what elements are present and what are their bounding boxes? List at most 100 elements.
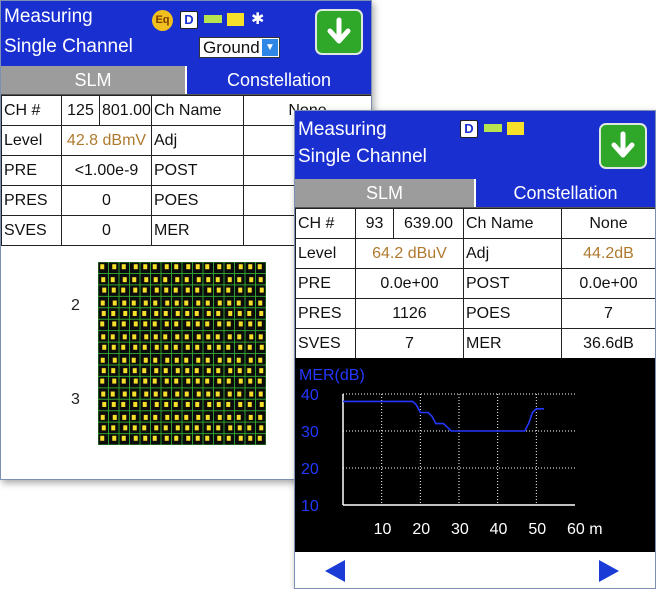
constellation-point (163, 368, 168, 374)
constellation-point (259, 344, 264, 350)
constellation-point (102, 401, 107, 407)
constellation-point (248, 414, 253, 420)
constellation-point (237, 368, 242, 374)
dropdown-arrow-icon[interactable]: ▼ (262, 39, 278, 56)
table-cell: 0 (61, 215, 152, 246)
constellation-point (226, 401, 231, 407)
constellation-point (237, 425, 242, 431)
constellation-point (247, 425, 252, 431)
channel-type-dropdown[interactable]: Ground ▼ (199, 37, 280, 58)
table-cell: 36.6dB (561, 328, 655, 359)
constellation-point (174, 435, 179, 441)
constellation-point (133, 378, 138, 384)
chart-xtick-label: 20 (412, 521, 430, 538)
tab-constellation[interactable]: Constellation (476, 179, 655, 207)
constellation-point (205, 435, 210, 441)
constellation-point (152, 378, 157, 384)
table-cell: 7 (355, 328, 464, 359)
constellation-point (163, 310, 168, 316)
constellation-point (248, 357, 253, 363)
constellation-point (216, 287, 221, 293)
constellation-point (196, 391, 201, 397)
confirm-arrow-icon[interactable] (315, 9, 363, 55)
tab-constellation[interactable]: Constellation (187, 66, 371, 94)
right-arrow-icon[interactable] (597, 559, 621, 583)
constellation-point (112, 321, 117, 327)
constellation-point (258, 277, 263, 283)
constellation-point (132, 391, 137, 397)
table-cell: 64.2 dBuV (355, 238, 464, 269)
eq-icon[interactable]: Eq (152, 10, 173, 31)
constellation-point (195, 378, 200, 384)
table-cell: POES (151, 185, 244, 216)
constellation-point (133, 435, 138, 441)
constellation-point (207, 401, 212, 407)
constellation-point (257, 321, 262, 327)
chart-xtick-label: 40 (490, 521, 508, 538)
constellation-point (132, 368, 137, 374)
folder-icon (227, 13, 244, 26)
left-arrow-icon[interactable] (323, 559, 347, 583)
constellation-point (154, 287, 159, 293)
constellation-point (142, 401, 147, 407)
confirm-arrow-icon[interactable] (599, 123, 647, 169)
constellation-point (101, 425, 106, 431)
constellation-point (143, 414, 148, 420)
constellation-point (215, 334, 220, 340)
constellation-point (216, 425, 221, 431)
table-cell: Level (295, 238, 356, 269)
mer-chart: MER(dB) 40 30 20 10 10 20 30 40 50 60 m (295, 358, 655, 552)
constellation-point (123, 310, 128, 316)
tab-slm[interactable]: SLM (295, 179, 476, 207)
table-cell: 125 (61, 95, 100, 126)
constellation-point (185, 310, 190, 316)
constellation-point (173, 344, 178, 350)
chart-xtick-label: 10 (374, 521, 392, 538)
constellation-point (215, 277, 220, 283)
constellation-point (238, 435, 243, 441)
table-cell: POST (151, 155, 244, 186)
constellation-point (226, 344, 231, 350)
dropdown-value: Ground (203, 38, 260, 57)
tab-slm[interactable]: SLM (1, 66, 187, 94)
constellation-point (154, 344, 159, 350)
constellation-point (194, 368, 199, 374)
constellation-point (247, 310, 252, 316)
constellation-point (217, 357, 222, 363)
constellation-point (238, 344, 243, 350)
constellation-point (153, 391, 158, 397)
constellation-point (184, 357, 189, 363)
table-cell: 44.2dB (561, 238, 655, 269)
constellation-point (131, 414, 136, 420)
constellation-point (228, 310, 233, 316)
constellation-point (153, 277, 158, 283)
constellation-point (133, 264, 138, 270)
constellation-point (154, 368, 159, 374)
battery-icon (204, 15, 222, 23)
constellation-point (217, 300, 222, 306)
constellation-point (205, 414, 210, 420)
constellation-point (175, 277, 180, 283)
constellation-point (226, 287, 231, 293)
constellation-point (142, 368, 147, 374)
constellation-point (143, 357, 148, 363)
folder-icon (507, 122, 524, 135)
constellation-point (143, 264, 148, 270)
constellation-point (258, 300, 263, 306)
constellation-point (206, 391, 211, 397)
table-cell: PRES (1, 185, 62, 216)
tab-bar: SLM Constellation (1, 66, 371, 95)
constellation-point (184, 300, 189, 306)
constellation-point (227, 357, 232, 363)
constellation-point (257, 264, 262, 270)
constellation-point (112, 357, 117, 363)
constellation-point (164, 287, 169, 293)
constellation-point (248, 321, 253, 327)
constellation-point (132, 425, 137, 431)
table-cell: 0.0e+00 (355, 268, 464, 299)
constellation-point (259, 287, 264, 293)
constellation-point (247, 287, 252, 293)
constellation-point (174, 414, 179, 420)
constellation-point (131, 357, 136, 363)
constellation-point (132, 334, 137, 340)
